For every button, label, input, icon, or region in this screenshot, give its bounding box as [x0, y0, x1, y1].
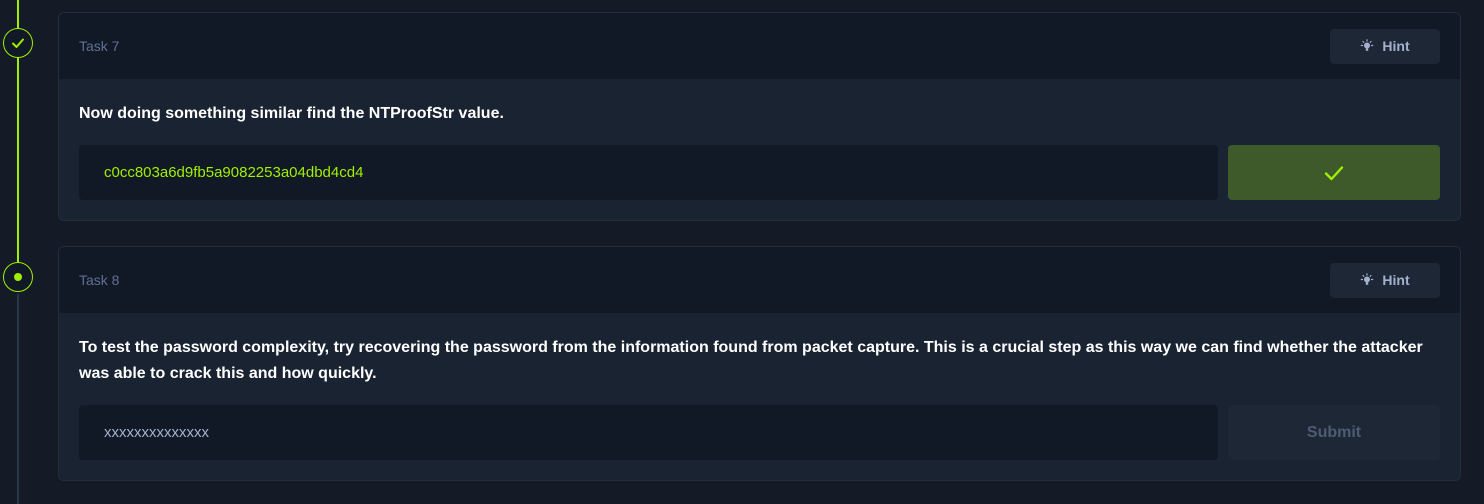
- task-completed-check-icon: [3, 28, 33, 58]
- task-current-dot-icon: [3, 262, 33, 292]
- task-label: Task 7: [79, 38, 120, 54]
- submit-button[interactable]: Submit: [1228, 405, 1440, 460]
- answer-row: c0cc803a6d9fb5a9082253a04dbd4cd4: [79, 145, 1440, 200]
- checkmark-icon: [1324, 165, 1344, 180]
- hint-label: Hint: [1382, 38, 1410, 54]
- task-list: Task 7 Hint Now doing something similar …: [0, 0, 1484, 504]
- task-header: Task 7 Hint: [59, 13, 1460, 79]
- task-header: Task 8 Hint: [59, 247, 1460, 313]
- task-label: Task 8: [79, 272, 120, 288]
- answer-input[interactable]: c0cc803a6d9fb5a9082253a04dbd4cd4: [79, 145, 1218, 200]
- task-question: To test the password complexity, try rec…: [79, 339, 1423, 382]
- lightbulb-icon: [1360, 39, 1374, 53]
- hint-button[interactable]: Hint: [1330, 262, 1440, 298]
- answer-correct-button[interactable]: [1228, 145, 1440, 200]
- answer-input[interactable]: xxxxxxxxxxxxxx: [79, 405, 1218, 460]
- answer-row: xxxxxxxxxxxxxx Submit: [79, 405, 1440, 460]
- lightbulb-icon: [1360, 273, 1374, 287]
- task-question: Now doing something similar find the NTP…: [79, 105, 504, 122]
- timeline-remaining-line: [17, 294, 19, 504]
- hint-label: Hint: [1382, 272, 1410, 288]
- task-card-8: Task 8 Hint To test the password complex…: [58, 246, 1461, 481]
- task-card-7: Task 7 Hint Now doing something similar …: [58, 12, 1461, 221]
- hint-button[interactable]: Hint: [1330, 28, 1440, 64]
